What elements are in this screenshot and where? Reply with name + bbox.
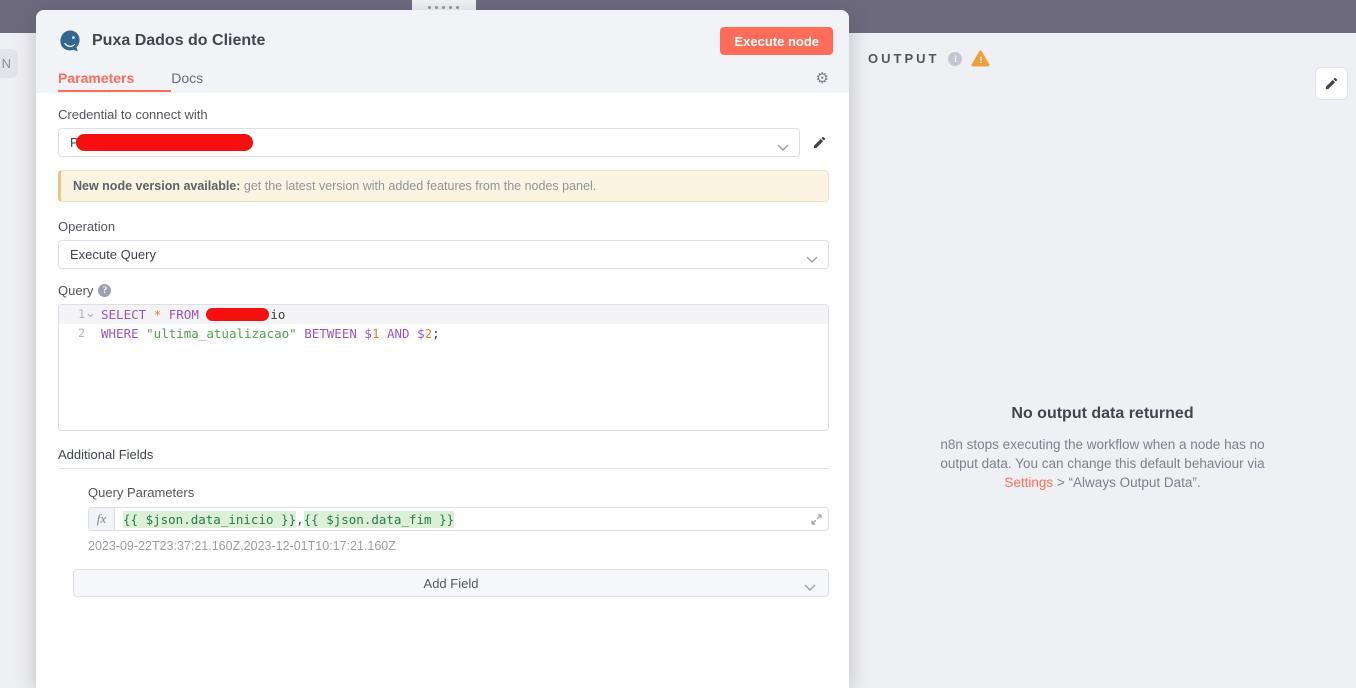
notice-bold: New node version available: xyxy=(73,179,241,193)
query-label: Query xyxy=(58,283,94,298)
postgres-node-icon xyxy=(58,29,82,53)
fold-chevron-icon[interactable] xyxy=(85,305,95,324)
tab-parameters[interactable]: Parameters xyxy=(58,70,134,86)
n8n-node-detail-view: N OUTPUT i ! No output data returned n8n… xyxy=(0,0,1356,688)
node-settings-modal: Puxa Dados do Cliente Execute node Param… xyxy=(36,10,849,688)
operation-value: Execute Query xyxy=(70,247,156,262)
output-header: OUTPUT i ! xyxy=(868,50,1348,100)
code-line: 1 SELECT * FROM io xyxy=(59,305,828,324)
code-text: SELECT * FROM io xyxy=(101,307,286,322)
chevron-down-icon xyxy=(804,580,816,595)
edit-output-button[interactable] xyxy=(1315,67,1348,100)
warning-exclamation: ! xyxy=(979,55,983,65)
pencil-icon xyxy=(1324,76,1339,91)
notice-text: get the latest version with added featur… xyxy=(240,179,597,193)
edit-credential-button[interactable] xyxy=(809,133,829,153)
line-number: 2 xyxy=(78,326,85,340)
add-field-label: Add Field xyxy=(423,575,479,591)
help-icon[interactable]: ? xyxy=(98,284,112,297)
add-field-button[interactable]: Add Field xyxy=(73,569,829,597)
execute-node-button[interactable]: Execute node xyxy=(720,27,833,55)
query-parameters-label: Query Parameters xyxy=(88,485,195,500)
gear-icon[interactable]: ⚙ xyxy=(816,71,829,86)
no-output-title: No output data returned xyxy=(1011,405,1194,422)
credential-select[interactable]: P xyxy=(58,128,800,157)
additional-fields-heading: Additional Fields xyxy=(58,447,154,462)
redaction-mark xyxy=(206,308,270,321)
operation-select[interactable]: Execute Query xyxy=(58,240,829,269)
chevron-down-icon xyxy=(806,252,818,267)
credential-label: Credential to connect with xyxy=(58,107,208,122)
tab-docs[interactable]: Docs xyxy=(171,70,203,86)
no-output-body: n8n stops executing the workflow when a … xyxy=(938,435,1268,492)
info-icon[interactable]: i xyxy=(948,51,963,66)
fx-icon[interactable]: fx xyxy=(89,508,115,530)
warning-icon[interactable]: ! xyxy=(971,50,990,67)
divider xyxy=(58,468,829,469)
new-version-notice: New node version available: get the late… xyxy=(58,170,829,202)
no-output-text-after: > “Always Output Data”. xyxy=(1053,475,1201,490)
code-line: 2 WHERE "ultima_atualizacao" BETWEEN $1 … xyxy=(59,324,828,343)
code-text: WHERE "ultima_atualizacao" BETWEEN $1 AN… xyxy=(101,326,440,341)
active-tab-underline xyxy=(58,90,171,92)
sql-code-editor[interactable]: 1 SELECT * FROM io 2 WHERE "ultima_atual… xyxy=(58,304,829,431)
modal-header: Puxa Dados do Cliente Execute node Param… xyxy=(36,10,849,93)
tab-bar: Parameters Docs xyxy=(58,70,240,92)
chevron-down-icon xyxy=(777,140,789,155)
pencil-icon xyxy=(812,135,827,150)
redaction-mark xyxy=(75,134,253,151)
line-number: 1 xyxy=(78,307,85,321)
expression-preview: 2023-09-22T23:37:21.160Z,2023-12-01T10:1… xyxy=(88,539,396,553)
no-output-message: No output data returned n8n stops execut… xyxy=(933,405,1273,492)
canvas-edge-node[interactable]: N xyxy=(0,49,18,78)
output-panel-title: OUTPUT xyxy=(868,51,940,66)
expression-input: fx {{ $json.data_inicio }},{{ $json.data… xyxy=(88,507,829,531)
output-panel: OUTPUT i ! No output data returned n8n s… xyxy=(849,33,1356,688)
node-title: Puxa Dados do Cliente xyxy=(92,32,266,49)
settings-link[interactable]: Settings xyxy=(1004,475,1053,490)
expand-expression-icon[interactable] xyxy=(804,508,828,530)
operation-label: Operation xyxy=(58,219,116,234)
parameters-panel: Credential to connect with P New node ve… xyxy=(36,93,849,597)
no-output-text-before: n8n stops executing the workflow when a … xyxy=(940,437,1265,471)
expression-value[interactable]: {{ $json.data_inicio }},{{ $json.data_fi… xyxy=(115,508,804,530)
